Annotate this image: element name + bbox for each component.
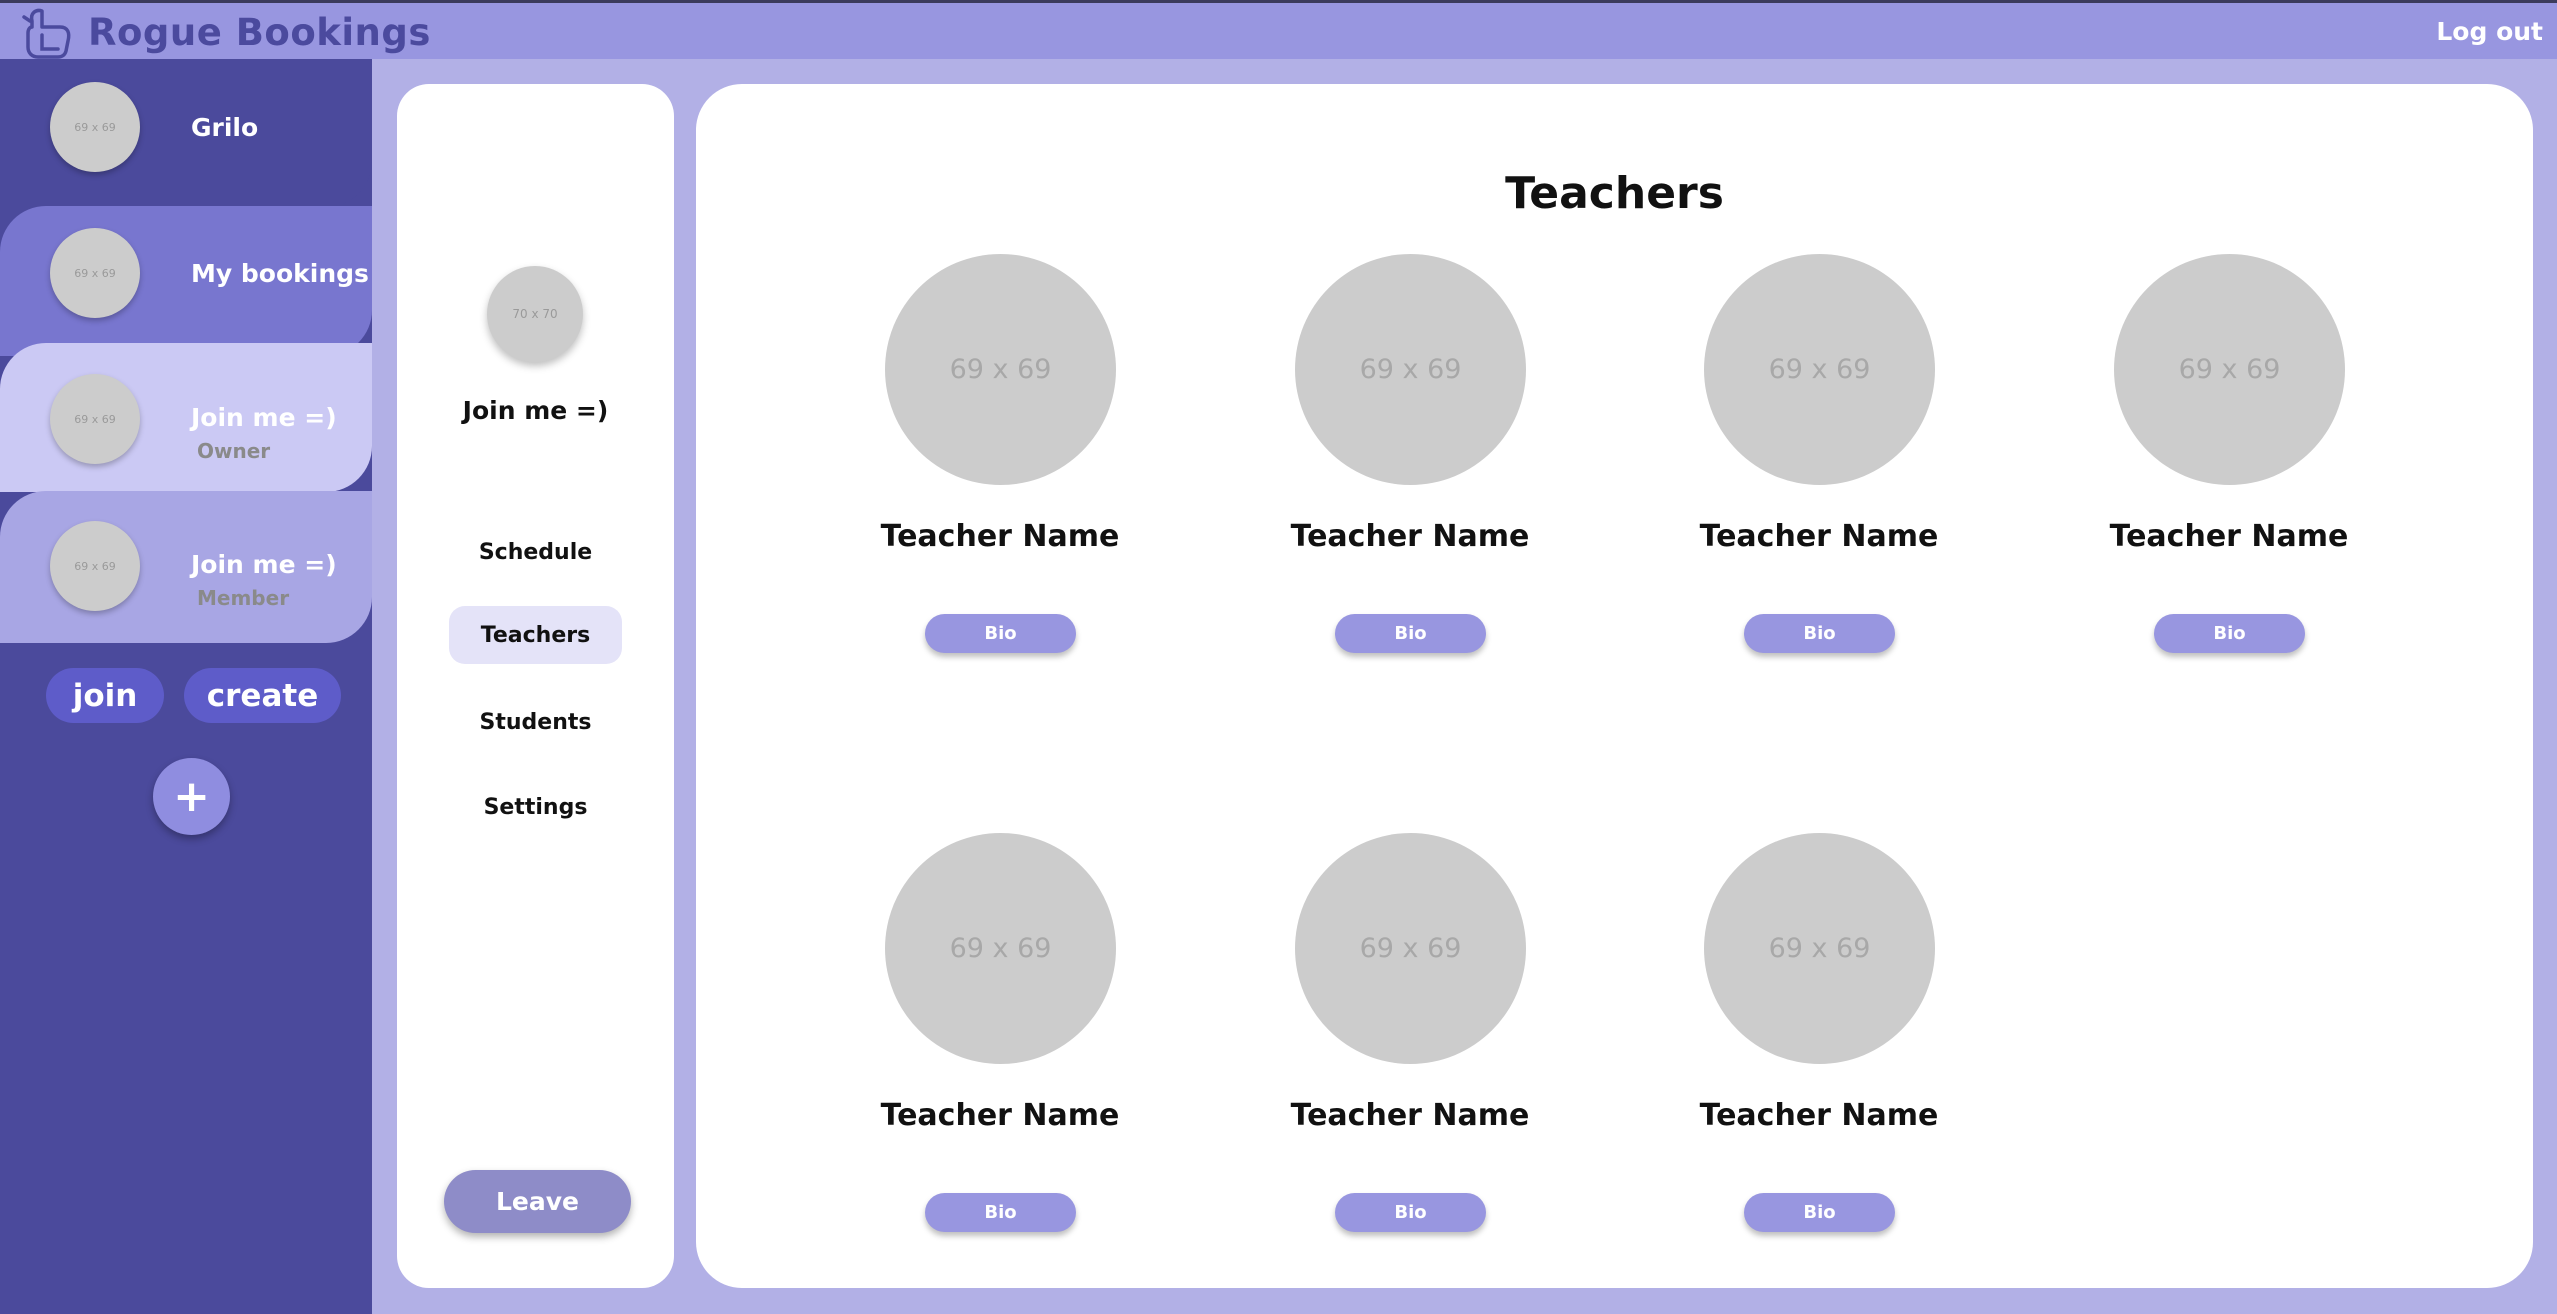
teacher-card: 69 x 69 Teacher Name Bio (850, 833, 1150, 1253)
bio-button[interactable]: Bio (925, 1193, 1076, 1232)
bio-button[interactable]: Bio (1744, 1193, 1895, 1232)
teacher-card: 69 x 69 Teacher Name Bio (1260, 254, 1560, 674)
group-name: Join me =) (462, 396, 609, 425)
avatar: 69 x 69 (50, 521, 140, 611)
nav-item-settings[interactable]: Settings (449, 778, 622, 836)
logo-icon (22, 8, 71, 59)
teacher-avatar: 69 x 69 (1704, 254, 1935, 485)
teacher-name: Teacher Name (1699, 519, 1939, 554)
teacher-name: Teacher Name (1290, 519, 1530, 554)
bio-button[interactable]: Bio (1744, 614, 1895, 653)
rail-item-title: Join me =) (191, 550, 337, 579)
app-title: Rogue Bookings (88, 11, 431, 54)
teacher-avatar: 69 x 69 (885, 254, 1116, 485)
teacher-avatar: 69 x 69 (885, 833, 1116, 1064)
teacher-name: Teacher Name (1699, 1098, 1939, 1133)
teacher-card: 69 x 69 Teacher Name Bio (1669, 833, 1969, 1253)
teacher-avatar: 69 x 69 (1295, 254, 1526, 485)
teacher-name: Teacher Name (1290, 1098, 1530, 1133)
rail-item-grilo[interactable]: 69 x 69 Grilo (0, 59, 372, 207)
rail-item-join-me-owner[interactable]: 69 x 69 Join me =) Owner (0, 343, 372, 492)
teacher-card: 69 x 69 Teacher Name Bio (1260, 833, 1560, 1253)
brand[interactable]: Rogue Bookings (20, 5, 431, 60)
rail-item-title: Join me =) (191, 403, 337, 432)
bio-button[interactable]: Bio (925, 614, 1076, 653)
teacher-card: 69 x 69 Teacher Name Bio (850, 254, 1150, 674)
rail-item-role: Member (197, 586, 290, 610)
bio-button[interactable]: Bio (1335, 614, 1486, 653)
leave-button[interactable]: Leave (444, 1170, 631, 1233)
teacher-name: Teacher Name (2109, 519, 2349, 554)
create-button[interactable]: create (184, 668, 341, 723)
teacher-name: Teacher Name (880, 519, 1120, 554)
bio-button[interactable]: Bio (1335, 1193, 1486, 1232)
bio-button[interactable]: Bio (2154, 614, 2305, 653)
left-rail: 69 x 69 Grilo 69 x 69 My bookings 69 x 6… (0, 59, 372, 1314)
rail-item-title: Grilo (191, 113, 259, 142)
teacher-avatar: 69 x 69 (1295, 833, 1526, 1064)
group-avatar: 70 x 70 (487, 266, 583, 362)
top-bar: Rogue Bookings Log out (0, 0, 2557, 59)
nav-item-teachers[interactable]: Teachers (449, 606, 622, 664)
join-button[interactable]: join (46, 668, 164, 723)
teacher-avatar: 69 x 69 (2114, 254, 2345, 485)
avatar: 69 x 69 (50, 228, 140, 318)
nav-item-students[interactable]: Students (449, 693, 622, 751)
teacher-name: Teacher Name (880, 1098, 1120, 1133)
logout-link[interactable]: Log out (2436, 17, 2543, 46)
main-panel: Teachers 69 x 69 Teacher Name Bio 69 x 6… (696, 84, 2533, 1288)
add-group-button[interactable]: + (153, 758, 230, 835)
nav-item-schedule[interactable]: Schedule (449, 523, 622, 581)
rail-item-join-me-member[interactable]: 69 x 69 Join me =) Member (0, 491, 372, 643)
teacher-avatar: 69 x 69 (1704, 833, 1935, 1064)
teacher-card: 69 x 69 Teacher Name Bio (2079, 254, 2379, 674)
avatar: 69 x 69 (50, 374, 140, 464)
avatar: 69 x 69 (50, 82, 140, 172)
rail-item-title: My bookings (191, 259, 369, 288)
rail-item-my-bookings[interactable]: 69 x 69 My bookings (0, 206, 372, 356)
group-panel: 70 x 70 Join me =) Schedule Teachers Stu… (397, 84, 674, 1288)
page-title: Teachers (1505, 168, 1724, 219)
teacher-card: 69 x 69 Teacher Name Bio (1669, 254, 1969, 674)
rail-item-role: Owner (197, 439, 271, 463)
